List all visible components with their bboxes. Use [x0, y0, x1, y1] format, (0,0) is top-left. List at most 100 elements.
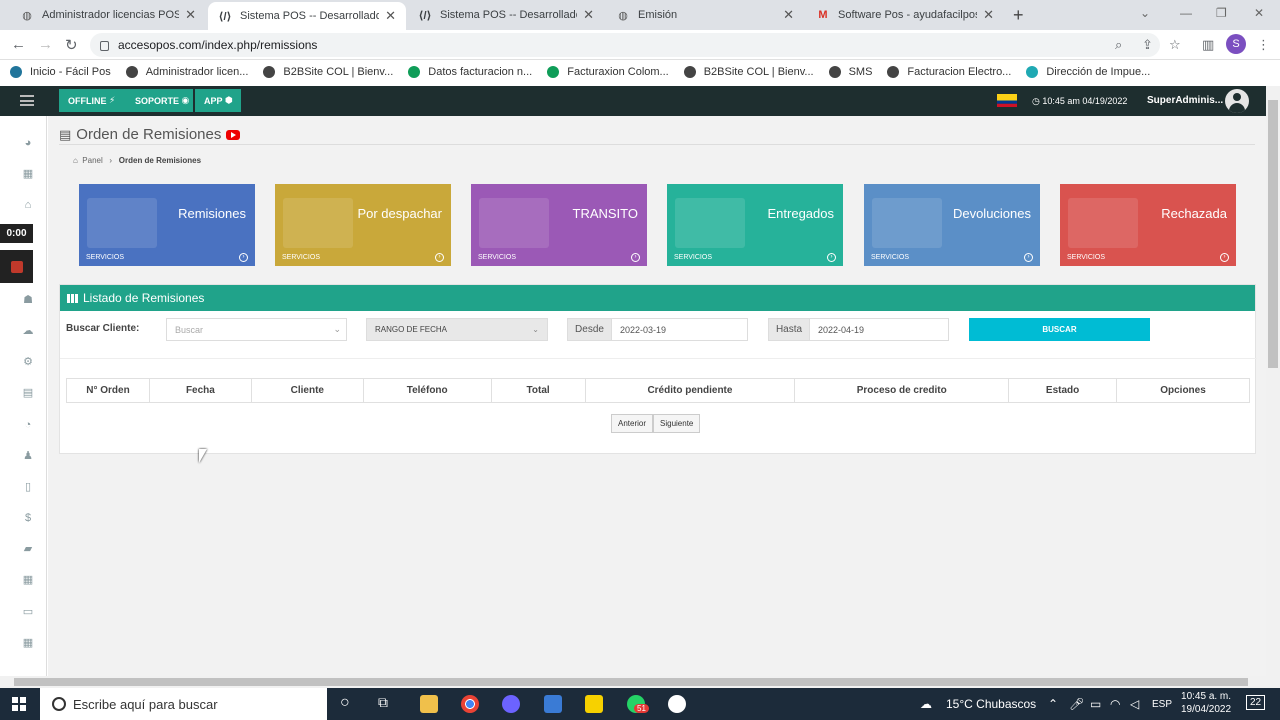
browser-tab[interactable]: ⟨/⟩ Sistema POS -- Desarrollado por ✕ [408, 0, 604, 30]
store-icon[interactable] [544, 695, 562, 713]
url-bar[interactable]: accesopos.com/index.php/remissions [90, 33, 1160, 57]
close-tab-icon[interactable]: ✕ [185, 7, 196, 23]
close-tab-icon[interactable]: ✕ [385, 8, 396, 24]
user-name[interactable]: SuperAdminis... [1147, 95, 1223, 106]
notifications-icon[interactable]: 22 [1246, 695, 1266, 710]
close-tab-icon[interactable]: ✕ [783, 7, 794, 23]
close-window-icon[interactable]: ✕ [1254, 6, 1264, 20]
browser-tab[interactable]: ◍ Emisión ✕ [606, 0, 804, 30]
chrome-icon[interactable] [461, 695, 479, 713]
sidepanel-icon[interactable]: ▥ [1202, 37, 1214, 53]
column-header[interactable]: N° Orden [66, 378, 150, 403]
cloud-icon[interactable]: ☁ [22, 325, 34, 337]
user-icon[interactable]: ♟ [22, 450, 34, 462]
profile-avatar[interactable]: S [1226, 34, 1246, 54]
menu-dots-icon[interactable]: ⋮ [1257, 37, 1270, 53]
gauge-icon[interactable]: ◔ [22, 419, 34, 431]
browser-tab-active[interactable]: ⟨/⟩ Sistema POS -- Desarrollado por ✕ [208, 2, 406, 30]
column-header[interactable]: Fecha [148, 378, 252, 403]
app-button[interactable]: APP ⬢ [195, 89, 241, 112]
browser-tab[interactable]: ◍ Administrador licencias POS ✕ [10, 0, 206, 30]
next-button[interactable]: Siguiente [653, 414, 701, 433]
zoom-icon[interactable]: ⌕ [1115, 37, 1122, 53]
bank-icon[interactable]: ⌂ [22, 199, 34, 211]
bookmark-item[interactable]: B2BSite COL | Bienv... [683, 66, 814, 78]
status-tile-devoluciones[interactable]: Devoluciones SERVICIOS › [864, 184, 1040, 266]
mic-icon[interactable]: 🎤︎ [1069, 697, 1084, 711]
sticky-notes-icon[interactable] [585, 695, 603, 713]
rango-fecha-select[interactable]: RANGO DE FECHA ⌄ [366, 318, 548, 341]
youtube-icon[interactable] [226, 129, 241, 140]
bookmark-item[interactable]: Facturaxion Colom... [547, 66, 669, 78]
bookmark-item[interactable]: Administrador licen... [125, 66, 248, 78]
file-icon[interactable]: ▯ [22, 481, 34, 493]
wifi-icon[interactable]: ◠ [1110, 697, 1120, 711]
status-tile-por-despachar[interactable]: Por despachar SERVICIOS › [275, 184, 451, 266]
forward-icon[interactable]: → [38, 36, 53, 53]
cogs-icon[interactable]: ⚙ [22, 356, 34, 368]
back-icon[interactable]: ← [11, 36, 26, 53]
cortana-icon[interactable]: ○ [340, 694, 350, 712]
scroll-thumb[interactable] [14, 678, 1248, 686]
browser-tab[interactable]: M Software Pos - ayudafacilpos@gr ✕ [806, 0, 1004, 30]
bookmark-item[interactable]: B2BSite COL | Bienv... [263, 66, 393, 78]
truck-icon[interactable]: ▰ [22, 543, 34, 555]
column-header[interactable]: Cliente [250, 378, 364, 403]
battery-icon[interactable]: ▭ [1090, 697, 1101, 711]
app-icon[interactable] [502, 695, 520, 713]
breadcrumb-home[interactable]: Panel [82, 156, 102, 165]
bookmark-item[interactable]: Facturacion Electro... [887, 66, 1011, 78]
volume-icon[interactable]: ◁ [1130, 697, 1139, 711]
buscar-button[interactable]: BUSCAR [969, 318, 1150, 341]
table-icon[interactable]: ▦ [22, 574, 34, 586]
language-indicator[interactable]: ESP [1152, 699, 1172, 710]
calendar-alt-icon[interactable]: ▦ [22, 637, 34, 649]
status-tile-rechazada[interactable]: Rechazada SERVICIOS › [1060, 184, 1236, 266]
bookmark-item[interactable]: SMS [828, 66, 872, 78]
previous-button[interactable]: Anterior [611, 414, 654, 433]
column-header[interactable]: Estado [1008, 378, 1118, 403]
share-icon[interactable]: ⇪ [1142, 37, 1153, 53]
status-tile-entregados[interactable]: Entregados SERVICIOS › [667, 184, 843, 266]
inbox-icon[interactable]: ▭ [22, 606, 34, 618]
taskbar-search[interactable]: Escribe aquí para buscar [40, 688, 327, 720]
scroll-thumb[interactable] [1268, 100, 1278, 368]
column-header[interactable]: Teléfono [362, 378, 492, 403]
dollar-icon[interactable]: $ [22, 512, 34, 524]
hasta-date-input[interactable] [809, 318, 949, 341]
dashboard-icon[interactable]: ◕ [22, 137, 34, 149]
tab-search-icon[interactable]: ⌄ [1140, 6, 1150, 20]
new-tab-icon[interactable]: + [1013, 5, 1024, 26]
desde-date-input[interactable] [611, 318, 748, 341]
bookmark-item[interactable]: Dirección de Impue... [1026, 66, 1150, 78]
calculator-icon[interactable]: ▤ [22, 387, 34, 399]
status-tile-remisiones[interactable]: Remisiones SERVICIOS › [79, 184, 255, 266]
calendar-icon[interactable]: ▦ [22, 168, 34, 180]
chevron-up-icon[interactable]: ⌃ [1048, 697, 1058, 711]
windows-start-icon[interactable] [12, 697, 26, 711]
users-icon[interactable]: ☗ [22, 294, 34, 306]
column-header[interactable]: Total [490, 378, 586, 403]
hamburger-menu-icon[interactable] [20, 95, 34, 106]
offline-button[interactable]: OFFLINE ⚡ [59, 89, 126, 112]
column-header[interactable]: Opciones [1116, 378, 1250, 403]
minimize-icon[interactable]: — [1180, 6, 1192, 20]
maximize-icon[interactable]: ❐ [1216, 6, 1227, 20]
recording-stop-button[interactable] [0, 250, 33, 283]
weather-text[interactable]: 15°C Chubascos [946, 697, 1036, 711]
vertical-scrollbar[interactable] [1266, 86, 1280, 688]
task-view-icon[interactable]: ⧉ [378, 694, 388, 711]
bookmark-item[interactable]: Datos facturacion n... [408, 66, 532, 78]
close-tab-icon[interactable]: ✕ [583, 7, 594, 23]
close-tab-icon[interactable]: ✕ [983, 7, 994, 23]
taskbar-clock[interactable]: 10:45 a. m. 19/04/2022 [1181, 690, 1231, 716]
horizontal-scrollbar[interactable] [0, 676, 1266, 688]
bookmark-item[interactable]: Inicio - Fácil Pos [10, 66, 111, 78]
clock-app-icon[interactable] [668, 695, 686, 713]
soporte-button[interactable]: SOPORTE ◉ [126, 89, 193, 112]
column-header[interactable]: Crédito pendiente [584, 378, 796, 403]
file-explorer-icon[interactable] [420, 695, 438, 713]
user-avatar[interactable] [1225, 89, 1249, 113]
reload-icon[interactable]: ↻ [65, 36, 78, 54]
status-tile-transito[interactable]: TRANSITO SERVICIOS › [471, 184, 647, 266]
